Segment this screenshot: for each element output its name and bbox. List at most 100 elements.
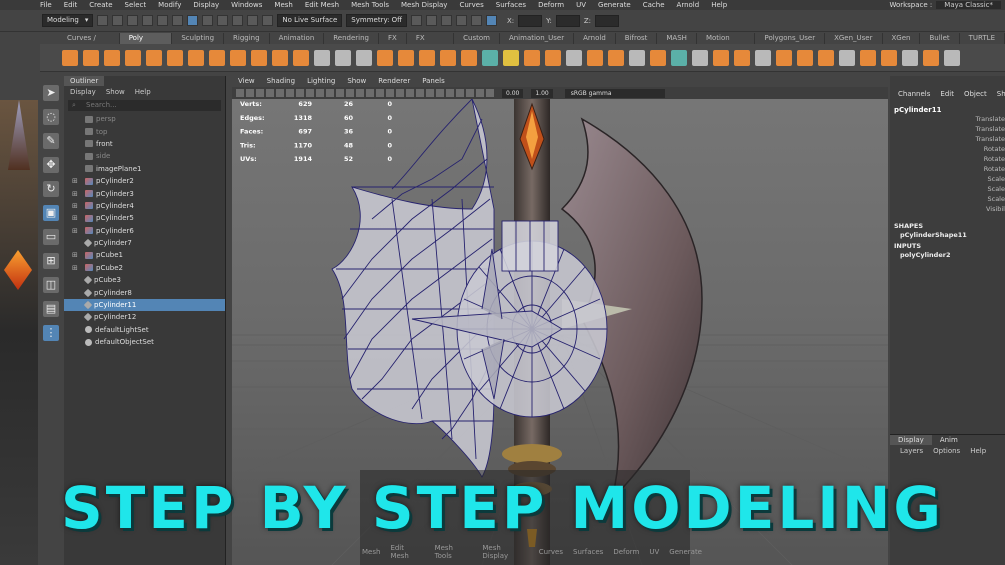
channel-menu-object[interactable]: Object — [964, 90, 987, 98]
insert-edge-loop-icon[interactable] — [545, 49, 561, 66]
camera-attributes-icon[interactable] — [236, 89, 244, 97]
colorspace-dropdown[interactable]: sRGB gamma — [564, 88, 665, 98]
hotbox-item-surfaces[interactable]: Surfaces — [573, 548, 603, 556]
menu-file[interactable]: File — [40, 1, 52, 9]
expand-icon[interactable]: ⊞ — [72, 177, 78, 185]
hypershade-icon[interactable] — [471, 15, 482, 26]
menu-modify[interactable]: Modify — [158, 1, 181, 9]
ipr-render-icon[interactable] — [441, 15, 452, 26]
reduce-icon[interactable] — [860, 49, 876, 66]
anti-aliasing-icon[interactable] — [446, 89, 454, 97]
text-tool-icon[interactable] — [272, 49, 288, 66]
viewport-menu-panels[interactable]: Panels — [422, 76, 445, 87]
triangulate-icon[interactable] — [797, 49, 813, 66]
xray-icon[interactable] — [466, 89, 474, 97]
poly-cube-icon[interactable] — [83, 49, 99, 66]
shelf-tab-poly-modeling[interactable]: Poly Modeling — [119, 33, 173, 53]
snap-point-icon[interactable] — [247, 15, 259, 26]
layer-menu-layers[interactable]: Layers — [900, 447, 923, 455]
gamma-field[interactable]: 1.00 — [531, 88, 553, 98]
channel-attribute[interactable]: Translate — [890, 134, 1005, 144]
outliner-menu-display[interactable]: Display — [70, 88, 96, 96]
automatic-uv-icon[interactable] — [671, 49, 687, 66]
conform-icon[interactable] — [776, 49, 792, 66]
render-settings-icon[interactable] — [456, 15, 467, 26]
scale-tool-icon[interactable]: ▣ — [43, 205, 59, 221]
film-gate-icon[interactable] — [296, 89, 304, 97]
move-tool-icon[interactable]: ✥ — [43, 157, 59, 173]
xray-joints-icon[interactable] — [476, 89, 484, 97]
undo-icon[interactable] — [142, 15, 154, 26]
menu-select[interactable]: Select — [125, 1, 147, 9]
menu-create[interactable]: Create — [89, 1, 112, 9]
field-chart-icon[interactable] — [326, 89, 334, 97]
resolution-gate-icon[interactable] — [306, 89, 314, 97]
outliner-item[interactable]: pCylinder8 — [64, 286, 225, 298]
outliner-menu-show[interactable]: Show — [106, 88, 125, 96]
shelf-tab-fx-caching[interactable]: FX Caching — [407, 33, 455, 53]
shelf-tab-rendering[interactable]: Rendering — [324, 33, 379, 44]
wireframe-icon[interactable] — [356, 89, 364, 97]
sphere-icon[interactable] — [251, 49, 267, 66]
shelf-tab-turtle[interactable]: TURTLE — [960, 33, 1005, 44]
input-node[interactable]: polyCylinder2 — [890, 250, 1005, 260]
smooth-shade-icon[interactable] — [366, 89, 374, 97]
toggle-panel-icon[interactable] — [486, 15, 497, 26]
cleanup-icon[interactable] — [839, 49, 855, 66]
outliner-item[interactable]: ⊞ pCylinder6 — [64, 225, 225, 237]
outliner-item[interactable]: pCylinder11 — [64, 298, 225, 312]
viewport-menu-show[interactable]: Show — [347, 76, 366, 87]
combine-icon[interactable] — [314, 49, 330, 66]
outliner-item[interactable]: ⊞ pCylinder2 — [64, 175, 225, 187]
remesh-icon[interactable] — [902, 49, 918, 66]
channel-attribute[interactable]: Rotate — [890, 164, 1005, 174]
select-tool-icon[interactable]: ➤ — [43, 85, 59, 101]
outliner-item[interactable]: pCube3 — [64, 274, 225, 286]
render-frame-icon[interactable] — [426, 15, 437, 26]
menu-windows[interactable]: Windows — [231, 1, 262, 9]
y-field[interactable] — [555, 14, 580, 27]
menu-cache[interactable]: Cache — [643, 1, 665, 9]
workspace-dropdown[interactable]: Maya Classic* — [936, 1, 1001, 9]
exposure-field[interactable]: 0.00 — [502, 88, 524, 98]
mode-dropdown[interactable]: Modeling ▾ — [42, 14, 94, 27]
channel-attribute[interactable]: Translate — [890, 124, 1005, 134]
soften-edge-icon[interactable] — [713, 49, 729, 66]
outliner-item[interactable]: ⊞ pCylinder5 — [64, 212, 225, 224]
outliner-item[interactable]: front — [64, 138, 225, 150]
select-object-icon[interactable] — [187, 15, 199, 26]
menu-deform[interactable]: Deform — [538, 1, 564, 9]
bridge-icon[interactable] — [440, 49, 456, 66]
render-view-icon[interactable] — [411, 15, 422, 26]
expand-icon[interactable]: ⊞ — [72, 264, 78, 272]
channel-menu-show[interactable]: Show — [997, 90, 1005, 98]
shelf-tab-rigging[interactable]: Rigging — [224, 33, 270, 44]
expand-icon[interactable]: ⊞ — [72, 202, 78, 210]
outliner-menu-help[interactable]: Help — [135, 88, 151, 96]
hotbox-item-deform[interactable]: Deform — [613, 548, 639, 556]
target-weld-icon[interactable] — [524, 49, 540, 66]
expand-icon[interactable]: ⊞ — [72, 190, 78, 198]
poly-plane-icon[interactable] — [167, 49, 183, 66]
shelf-tab-bifrost[interactable]: Bifrost — [616, 33, 658, 44]
outliner-item[interactable]: ⊞ pCylinder4 — [64, 200, 225, 212]
reverse-normals-icon[interactable] — [755, 49, 771, 66]
channel-attribute[interactable]: Scale — [890, 194, 1005, 204]
menu-edit[interactable]: Edit — [64, 1, 78, 9]
poly-disc-icon[interactable] — [188, 49, 204, 66]
uv-editor-icon[interactable] — [692, 49, 708, 66]
menu-arnold[interactable]: Arnold — [677, 1, 700, 9]
menu-curves[interactable]: Curves — [459, 1, 483, 9]
outliner-search[interactable]: ⌕ Search... — [68, 100, 221, 111]
menu-edit-mesh[interactable]: Edit Mesh — [305, 1, 339, 9]
paint-select-icon[interactable]: ✎ — [43, 133, 59, 149]
channel-attribute[interactable]: Visibil — [890, 204, 1005, 214]
shelf-tab-curves-surfaces[interactable]: Curves / Surfaces — [58, 33, 120, 53]
outliner-item[interactable]: ⊞ pCube2 — [64, 262, 225, 274]
default-material-icon[interactable] — [376, 89, 384, 97]
textured-icon[interactable] — [396, 89, 404, 97]
layer-menu-help[interactable]: Help — [970, 447, 986, 455]
merge-icon[interactable] — [629, 49, 645, 66]
redo-icon[interactable] — [157, 15, 169, 26]
isolate-select-icon[interactable] — [456, 89, 464, 97]
